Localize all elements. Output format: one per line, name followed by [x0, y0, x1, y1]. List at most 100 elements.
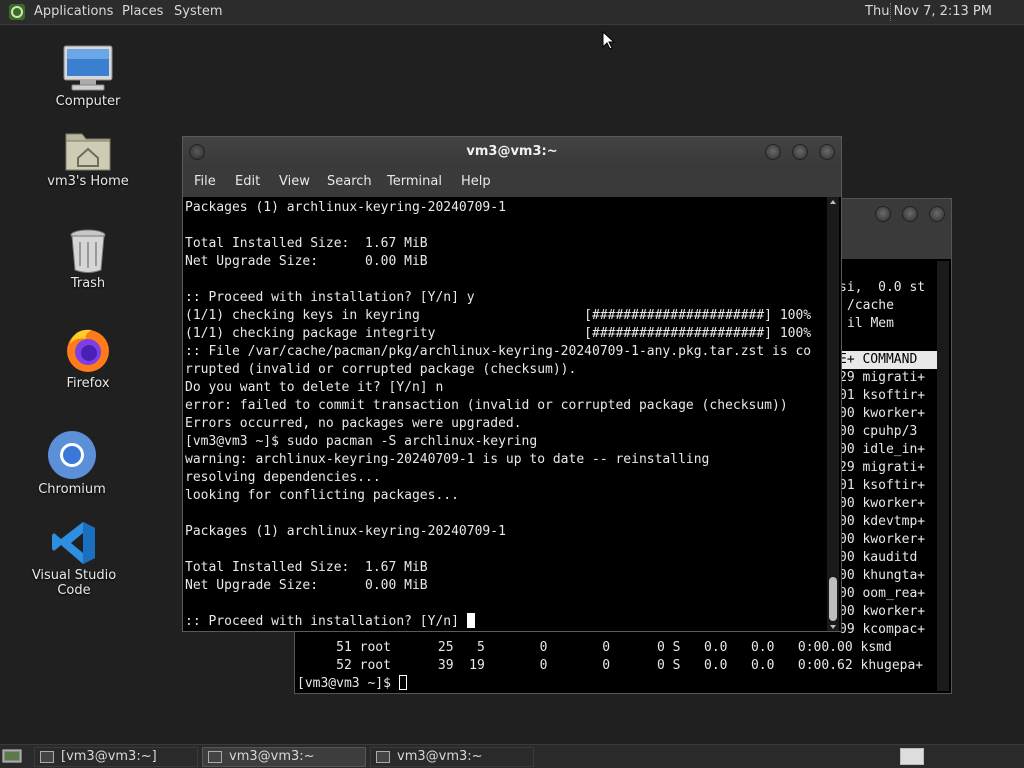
terminal-icon [208, 751, 222, 763]
desktop-icon-vscode[interactable]: Visual Studio Code [14, 520, 134, 598]
taskbar-task-3[interactable]: vm3@vm3:~ [370, 747, 534, 767]
desktop-icon-trash[interactable]: Trash [28, 228, 148, 291]
scroll-thumb[interactable] [829, 577, 837, 621]
maximize-button[interactable] [792, 144, 808, 160]
desktop-icon-label: Firefox [66, 376, 110, 391]
terminal-line: :: File /var/cache/pacman/pkg/archlinux-… [185, 344, 812, 359]
front-window-menubar: File Edit View Search Terminal Help [183, 167, 841, 197]
task-label: vm3@vm3:~ [397, 749, 483, 764]
system-menu[interactable]: System [174, 4, 222, 19]
desktop-icon-home[interactable]: vm3's Home [28, 128, 148, 189]
terminal-line: 00 cpuhp/3 [839, 424, 918, 439]
terminal-line: looking for conflicting packages... [185, 488, 459, 503]
terminal-line: 00 kdevtmp+ [839, 514, 926, 529]
task-label: [vm3@vm3:~] [61, 749, 157, 764]
show-desktop-icon[interactable] [2, 748, 22, 764]
shell-prompt-line: [vm3@vm3 ~]$ [297, 675, 407, 693]
terminal-cursor [398, 675, 407, 690]
install-prompt: :: Proceed with installation? [Y/n] [185, 614, 467, 629]
front-window-titlebar[interactable]: vm3@vm3:~ [183, 137, 841, 167]
terminal-icon [40, 751, 54, 763]
terminal-cursor [466, 613, 475, 628]
taskbar-task-2[interactable]: vm3@vm3:~ [202, 747, 366, 767]
terminal-line: 00 oom_rea+ [839, 586, 926, 601]
terminal-line: 00 kauditd [839, 550, 918, 565]
terminal-line: (1/1) checking keys in keyring [########… [185, 308, 812, 323]
terminal-line: si, 0.0 st [839, 280, 926, 295]
window-title: vm3@vm3:~ [466, 144, 558, 159]
close-button[interactable] [819, 144, 835, 160]
window-menu-button[interactable] [189, 144, 205, 160]
bottom-taskbar: [vm3@vm3:~] vm3@vm3:~ vm3@vm3:~ [0, 744, 1024, 768]
workspace-switcher[interactable] [900, 748, 924, 765]
terminal-line: error: failed to commit transaction (inv… [185, 398, 788, 413]
terminal-line: 01 ksoftir+ [839, 388, 926, 403]
process-row: 52 root 39 19 0 0 0 S 0.0 0.0 0:00.62 kh… [297, 658, 924, 673]
terminal-line: 00 idle_in+ [839, 442, 926, 457]
terminal-line: Net Upgrade Size: 0.00 MiB [185, 254, 428, 269]
terminal-line: il Mem [847, 316, 894, 331]
trash-icon [70, 229, 106, 273]
top-header-line: E+ COMMAND [839, 351, 937, 369]
current-prompt-line: :: Proceed with installation? [Y/n] [185, 613, 475, 631]
maximize-button[interactable] [902, 206, 918, 222]
terminal-line: Errors occurred, no packages were upgrad… [185, 416, 522, 431]
task-label: vm3@vm3:~ [229, 749, 315, 764]
taskbar-task-1[interactable]: [vm3@vm3:~] [34, 747, 198, 767]
home-folder-icon [65, 133, 111, 171]
front-terminal-output[interactable]: Packages (1) archlinux-keyring-20240709-… [185, 197, 827, 631]
terminal-line: 01 ksoftir+ [839, 478, 926, 493]
computer-icon [63, 45, 113, 91]
terminal-line: 00 kworker+ [839, 496, 926, 511]
mouse-pointer-icon [602, 31, 616, 50]
distro-logo-icon[interactable] [8, 3, 26, 21]
terminal-line: rrupted (invalid or corrupted package (c… [185, 362, 577, 377]
terminal-line: 09 kcompac+ [839, 622, 926, 637]
menu-file[interactable]: File [194, 174, 216, 189]
terminal-line: 29 migrati+ [839, 460, 926, 475]
desktop-icon-label: vm3's Home [47, 174, 129, 189]
desktop-icon-computer[interactable]: Computer [28, 44, 148, 109]
terminal-line: Do you want to delete it? [Y/n] n [185, 380, 444, 395]
terminal-line: Total Installed Size: 1.67 MiB [185, 560, 428, 575]
desktop-icon-label: Computer [55, 94, 121, 109]
scroll-down-arrow-icon[interactable] [830, 625, 836, 629]
desktop-icon-label: Trash [70, 276, 106, 291]
front-scrollbar[interactable] [827, 197, 839, 631]
vscode-icon [52, 522, 95, 564]
desktop-icon-firefox[interactable]: Firefox [28, 326, 148, 391]
minimize-button[interactable] [875, 206, 891, 222]
scroll-up-arrow-icon[interactable] [830, 200, 836, 204]
menu-edit[interactable]: Edit [235, 174, 260, 189]
shell-prompt: [vm3@vm3 ~]$ [297, 676, 399, 691]
terminal-line: /cache [847, 298, 894, 313]
menu-help[interactable]: Help [461, 174, 491, 189]
terminal-line: 29 migrati+ [839, 370, 926, 385]
desktop: Applications Places System Thu Nov 7, 2:… [0, 0, 1024, 768]
back-scrollbar[interactable] [937, 261, 949, 691]
menu-terminal[interactable]: Terminal [387, 174, 442, 189]
terminal-line: 00 kworker+ [839, 406, 926, 421]
menu-search[interactable]: Search [327, 174, 372, 189]
menu-view[interactable]: View [279, 174, 310, 189]
close-button[interactable] [929, 206, 945, 222]
terminal-line: 00 kworker+ [839, 604, 926, 619]
scrollbar-track [829, 200, 837, 629]
front-terminal-window[interactable]: vm3@vm3:~ File Edit View Search Terminal… [182, 136, 842, 632]
minimize-button[interactable] [765, 144, 781, 160]
terminal-line: Net Upgrade Size: 0.00 MiB [185, 578, 428, 593]
terminal-line: [vm3@vm3 ~]$ sudo pacman -S archlinux-ke… [185, 434, 538, 449]
desktop-icon-chromium[interactable]: Chromium [12, 430, 132, 497]
terminal-line: resolving dependencies... [185, 470, 381, 485]
terminal-line: Packages (1) archlinux-keyring-20240709-… [185, 200, 506, 215]
firefox-icon [67, 329, 109, 372]
terminal-line: 00 kworker+ [839, 532, 926, 547]
terminal-line: Packages (1) archlinux-keyring-20240709-… [185, 524, 506, 539]
terminal-line: (1/1) checking package integrity [######… [185, 326, 812, 341]
terminal-line: warning: archlinux-keyring-20240709-1 is… [185, 452, 710, 467]
chromium-icon [48, 431, 96, 479]
terminal-line: :: Proceed with installation? [Y/n] y [185, 290, 475, 305]
clock[interactable]: Thu Nov 7, 2:13 PM [865, 4, 992, 19]
places-menu[interactable]: Places [122, 4, 163, 19]
applications-menu[interactable]: Applications [34, 4, 113, 19]
